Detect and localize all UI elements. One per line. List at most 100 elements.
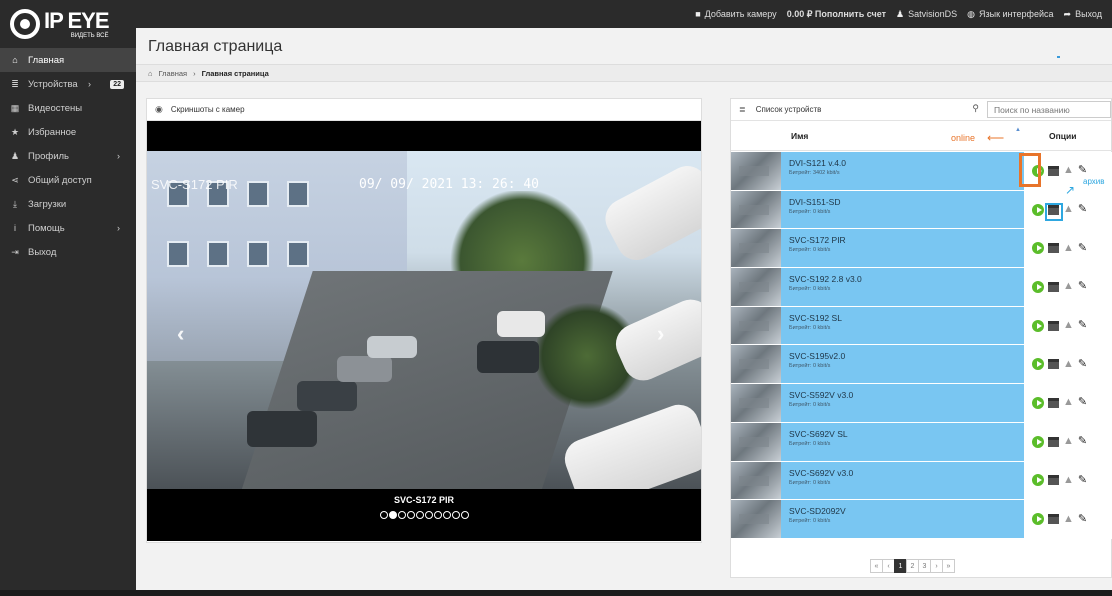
- warning-icon[interactable]: ▲: [1063, 165, 1074, 176]
- sidebar-item-sharing[interactable]: ⋖ Общий доступ: [0, 168, 136, 192]
- play-online-icon[interactable]: [1032, 280, 1044, 293]
- device-info[interactable]: SVC-S692V v3.0 Битрейт: 0 kbit/s: [781, 461, 1024, 500]
- edit-pencil-icon[interactable]: ✎: [1078, 474, 1087, 486]
- carousel-dot[interactable]: [397, 511, 406, 519]
- archive-icon[interactable]: [1048, 320, 1059, 331]
- warning-icon[interactable]: ▲: [1063, 358, 1074, 370]
- archive-icon[interactable]: [1048, 397, 1059, 408]
- device-row[interactable]: DVI-S121 v.4.0 Битрейт: 3402 kbit/s ▲ ✎: [731, 152, 1112, 191]
- device-info[interactable]: SVC-S692V SL Битрейт: 0 kbit/s: [781, 422, 1024, 461]
- edit-pencil-icon[interactable]: ✎: [1078, 436, 1087, 447]
- warning-icon[interactable]: ▲: [1063, 320, 1074, 331]
- play-online-icon[interactable]: [1032, 358, 1044, 371]
- archive-icon[interactable]: [1048, 475, 1059, 486]
- language-link[interactable]: ◍ Язык интерфейса: [967, 9, 1053, 20]
- sidebar-item-favorites[interactable]: ★ Избранное: [0, 120, 136, 144]
- balance-link[interactable]: 0.00 ₽ Пополнить счет: [787, 9, 886, 20]
- play-online-icon[interactable]: [1032, 242, 1044, 255]
- device-info[interactable]: SVC-S195v2.0 Битрейт: 0 kbit/s: [781, 345, 1024, 384]
- archive-icon[interactable]: [1048, 165, 1059, 176]
- device-thumbnail[interactable]: [731, 384, 781, 422]
- carousel-dot[interactable]: [424, 511, 433, 519]
- device-row[interactable]: SVC-S172 PIR Битрейт: 0 kbit/s ▲ ✎: [731, 229, 1112, 269]
- device-info[interactable]: SVC-S192 SL Битрейт: 0 kbit/s: [781, 306, 1024, 345]
- logo[interactable]: IP EYE ВИДЕТЬ ВСЁ: [0, 0, 136, 48]
- page-last-button[interactable]: »: [942, 559, 955, 573]
- column-header-name[interactable]: Имя: [791, 131, 808, 141]
- play-online-icon[interactable]: [1032, 513, 1044, 526]
- archive-icon[interactable]: [1048, 281, 1059, 292]
- screenshot-carousel[interactable]: SVC-S172 PIR 09/ 09/ 2021 13: 26: 40 ‹ ›…: [147, 121, 701, 541]
- sidebar-item-help[interactable]: i Помощь ›: [0, 216, 136, 240]
- device-thumbnail[interactable]: [731, 461, 781, 500]
- device-row[interactable]: SVC-S192 SL Битрейт: 0 kbit/s ▲ ✎: [731, 306, 1112, 346]
- sidebar-item-devices[interactable]: ≣ Устройства › 22: [0, 72, 136, 96]
- device-row[interactable]: SVC-S692V SL Битрейт: 0 kbit/s ▲ ✎: [731, 422, 1112, 462]
- archive-icon[interactable]: [1048, 514, 1059, 525]
- edit-pencil-icon[interactable]: ✎: [1078, 513, 1087, 525]
- device-row[interactable]: SVC-S195v2.0 Битрейт: 0 kbit/s ▲ ✎: [731, 345, 1112, 385]
- sidebar-item-logout[interactable]: ⇥ Выход: [0, 240, 136, 264]
- carousel-dot[interactable]: [379, 511, 388, 519]
- device-info[interactable]: SVC-S192 2.8 v3.0 Битрейт: 0 kbit/s: [781, 268, 1024, 306]
- carousel-dot[interactable]: [460, 511, 469, 519]
- device-thumbnail[interactable]: [731, 422, 781, 461]
- device-info[interactable]: SVC-SD2092V Битрейт: 0 kbit/s: [781, 500, 1024, 538]
- edit-pencil-icon[interactable]: ✎: [1078, 281, 1087, 292]
- warning-icon[interactable]: ▲: [1063, 281, 1074, 292]
- carousel-dot[interactable]: [451, 511, 460, 519]
- sidebar-item-home[interactable]: ⌂ Главная: [0, 48, 142, 72]
- add-camera-link[interactable]: ■ Добавить камеру: [695, 9, 776, 19]
- sidebar-item-downloads[interactable]: ⤓ Загрузки: [0, 192, 136, 216]
- carousel-next-icon[interactable]: ›: [657, 321, 664, 347]
- device-info[interactable]: DVI-S151-SD Битрейт: 0 kbit/s: [781, 190, 1024, 229]
- device-info[interactable]: SVC-S172 PIR Битрейт: 0 kbit/s: [781, 229, 1024, 268]
- warning-icon[interactable]: ▲: [1063, 513, 1074, 525]
- device-thumbnail[interactable]: [731, 268, 781, 306]
- edit-pencil-icon[interactable]: ✎: [1078, 397, 1087, 408]
- archive-icon[interactable]: [1048, 436, 1059, 447]
- play-online-icon[interactable]: [1032, 203, 1044, 216]
- device-thumbnail[interactable]: [731, 229, 781, 268]
- device-row[interactable]: SVC-S692V v3.0 Битрейт: 0 kbit/s ▲ ✎: [731, 461, 1112, 501]
- device-thumbnail[interactable]: [731, 345, 781, 384]
- edit-pencil-icon[interactable]: ✎: [1078, 358, 1087, 370]
- carousel-dot[interactable]: [442, 511, 451, 519]
- carousel-dot[interactable]: [388, 511, 397, 519]
- edit-pencil-icon[interactable]: ✎: [1078, 320, 1087, 331]
- sort-asc-icon[interactable]: ▲: [1015, 127, 1021, 133]
- search-input[interactable]: Поиск по названию: [987, 101, 1111, 118]
- device-thumbnail[interactable]: [731, 152, 781, 190]
- carousel-dot[interactable]: [433, 511, 442, 519]
- play-online-icon[interactable]: [1032, 435, 1044, 448]
- warning-icon[interactable]: ▲: [1063, 436, 1074, 447]
- warning-icon[interactable]: ▲: [1063, 474, 1074, 486]
- sidebar-item-videowalls[interactable]: ▦ Видеостены: [0, 96, 136, 120]
- carousel-dot[interactable]: [415, 511, 424, 519]
- device-row[interactable]: SVC-S192 2.8 v3.0 Битрейт: 0 kbit/s ▲ ✎: [731, 268, 1112, 307]
- device-thumbnail[interactable]: [731, 306, 781, 345]
- edit-pencil-icon[interactable]: ✎: [1078, 165, 1087, 176]
- archive-icon[interactable]: [1048, 243, 1059, 254]
- warning-icon[interactable]: ▲: [1063, 397, 1074, 408]
- warning-icon[interactable]: ▲: [1063, 242, 1074, 254]
- device-row[interactable]: SVC-SD2092V Битрейт: 0 kbit/s ▲ ✎: [731, 500, 1112, 539]
- archive-icon[interactable]: [1048, 359, 1059, 370]
- carousel-prev-icon[interactable]: ‹: [177, 321, 184, 347]
- device-info[interactable]: SVC-S592V v3.0 Битрейт: 0 kbit/s: [781, 384, 1024, 422]
- play-online-icon[interactable]: [1032, 474, 1044, 487]
- logout-link[interactable]: ➦ Выход: [1064, 9, 1102, 20]
- device-thumbnail[interactable]: [731, 190, 781, 229]
- warning-icon[interactable]: ▲: [1063, 204, 1074, 215]
- device-info[interactable]: DVI-S121 v.4.0 Битрейт: 3402 kbit/s: [781, 152, 1024, 190]
- device-row[interactable]: SVC-S592V v3.0 Битрейт: 0 kbit/s ▲ ✎: [731, 384, 1112, 423]
- user-link[interactable]: ♟ SatvisionDS: [896, 9, 957, 20]
- sidebar-item-profile[interactable]: ♟ Профиль ›: [0, 144, 136, 168]
- edit-pencil-icon[interactable]: ✎: [1078, 242, 1087, 254]
- breadcrumb-home[interactable]: Главная: [159, 69, 188, 78]
- carousel-dot[interactable]: [406, 511, 415, 519]
- play-online-icon[interactable]: [1032, 396, 1044, 409]
- play-online-icon[interactable]: [1032, 319, 1044, 332]
- edit-pencil-icon[interactable]: ✎: [1078, 204, 1087, 215]
- device-thumbnail[interactable]: [731, 500, 781, 538]
